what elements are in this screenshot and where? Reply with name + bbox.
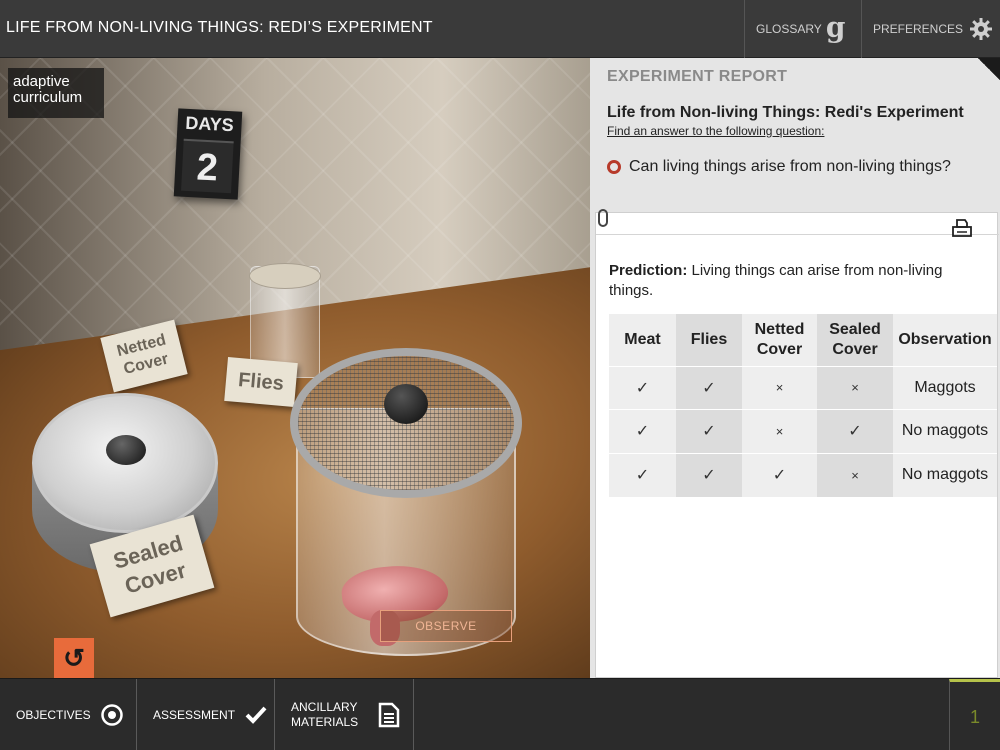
target-icon (100, 704, 123, 726)
table-cell: × (817, 452, 893, 497)
report-subtitle: Find an answer to the following question… (607, 124, 825, 138)
table-cell: × (742, 365, 817, 410)
glossary-button[interactable]: GLOSSARY g (744, 0, 861, 58)
experiment-report-panel: EXPERIMENT REPORT Life from Non-living T… (590, 58, 1000, 678)
table-cell: ✓ (609, 409, 676, 453)
column-header: Sealed Cover (817, 314, 893, 366)
page-indicator[interactable]: 1 (949, 679, 1000, 750)
observe-button[interactable]: OBSERVE (380, 610, 512, 642)
question-row: Can living things arise from non-living … (607, 158, 951, 176)
table-cell: ✓ (676, 409, 742, 453)
question-text: Can living things arise from non-living … (629, 158, 951, 175)
table-cell: ✓ (609, 365, 676, 410)
glossary-g-icon: g (825, 10, 846, 44)
preferences-label: PREFERENCES (873, 22, 964, 36)
table-cell: ✓ (817, 409, 893, 453)
column-header: Netted Cover (742, 314, 817, 366)
bottom-bar: OBJECTIVES ASSESSMENT ANCILLARY MATERIAL… (0, 678, 1000, 750)
printer-icon[interactable] (952, 219, 972, 237)
ancillary-label-line1: ANCILLARY (291, 700, 358, 714)
ancillary-materials-button[interactable]: ANCILLARY MATERIALS (275, 679, 414, 750)
shaker-cap (249, 263, 321, 289)
card-tab-strip (596, 213, 999, 235)
page-curl-corner[interactable] (978, 58, 1000, 80)
table-row: ✓ ✓ × ✓ No maggots (609, 409, 997, 453)
table-row: ✓ ✓ ✓ × No maggots (609, 452, 997, 497)
table-cell: No maggots (893, 452, 997, 497)
glossary-label: GLOSSARY (756, 22, 822, 36)
app-title: LIFE FROM NON-LIVING THINGS: REDI’S EXPE… (6, 19, 433, 36)
top-bar: LIFE FROM NON-LIVING THINGS: REDI’S EXPE… (0, 0, 1000, 58)
adaptive-curriculum-logo: adaptive curriculum (8, 68, 104, 118)
ancillary-label: ANCILLARY MATERIALS (291, 700, 358, 730)
table-cell: ✓ (676, 365, 742, 410)
checkmark-icon (245, 706, 267, 724)
prediction-label: Prediction: (609, 262, 688, 279)
column-header: Observation (893, 314, 997, 366)
column-header: Meat (609, 314, 676, 366)
document-icon (378, 702, 400, 728)
objectives-label: OBJECTIVES (16, 708, 91, 722)
preferences-button[interactable]: PREFERENCES (861, 0, 1000, 58)
netted-lid-knob (384, 384, 428, 424)
assessment-button[interactable]: ASSESSMENT (137, 679, 275, 750)
table-cell: Maggots (893, 365, 997, 410)
days-counter-sign: DAYS 2 (173, 108, 243, 200)
table-cell: ✓ (676, 452, 742, 497)
logo-line2: curriculum (13, 89, 83, 106)
table-cell: × (742, 409, 817, 453)
days-label: DAYS (184, 112, 235, 136)
lid-knob (106, 435, 146, 465)
prediction-card: Prediction: Living things can arise from… (595, 209, 999, 678)
report-heading: EXPERIMENT REPORT (607, 68, 788, 85)
objectives-button[interactable]: OBJECTIVES (0, 679, 137, 750)
experiment-scene: adaptive curriculum DAYS 2 Netted Cover … (0, 58, 590, 678)
table-header-row: Meat Flies Netted Cover Sealed Cover Obs… (609, 314, 997, 366)
gear-icon (970, 18, 993, 40)
table-row: ✓ ✓ × × Maggots (609, 365, 997, 410)
ancillary-label-line2: MATERIALS (291, 715, 359, 729)
table-cell: ✓ (609, 452, 676, 497)
question-ring-icon (607, 160, 621, 174)
assessment-label: ASSESSMENT (153, 708, 236, 722)
observation-table: Meat Flies Netted Cover Sealed Cover Obs… (609, 314, 997, 497)
table-cell: No maggots (893, 409, 997, 453)
paperclip-icon (598, 209, 608, 227)
table-cell: ✓ (742, 452, 817, 497)
column-header: Flies (676, 314, 742, 366)
report-title: Life from Non-living Things: Redi's Expe… (607, 104, 964, 121)
prediction-text: Prediction: Living things can arise from… (609, 261, 989, 301)
days-value: 2 (181, 138, 234, 194)
reset-icon[interactable]: ↺ (54, 638, 94, 678)
flies-card[interactable]: Flies (224, 357, 298, 407)
table-cell: × (817, 365, 893, 410)
logo-line1: adaptive (13, 73, 70, 90)
